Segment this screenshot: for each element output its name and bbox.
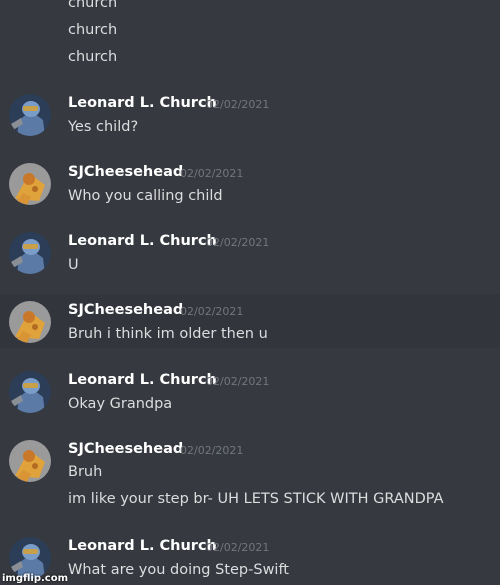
message-text[interactable]: What are you doing Step-Swift — [68, 560, 289, 580]
message-group[interactable]: Leonard L. Church 02/02/2021 Okay Grandp… — [0, 365, 500, 425]
message-timestamp: 02/02/2021 — [180, 305, 244, 318]
message-group[interactable]: Leonard L. Church 02/02/2021 U — [0, 226, 500, 286]
cheese-avatar-icon[interactable] — [9, 301, 51, 343]
message-timestamp: 02/02/2021 — [206, 375, 270, 388]
message-group[interactable]: Leonard L. Church 02/02/2021 What are yo… — [0, 531, 500, 585]
message-timestamp: 02/02/2021 — [206, 541, 270, 554]
soldier-avatar-icon[interactable] — [9, 94, 51, 136]
message-text[interactable]: Bruh i think im older then u — [68, 324, 268, 344]
message-group[interactable]: SJCheesehead 02/02/2021 Bruh i think im … — [0, 294, 500, 348]
message-timestamp: 02/02/2021 — [180, 444, 244, 457]
message-text[interactable]: church — [68, 0, 117, 13]
watermark: imgflip.com — [2, 573, 69, 584]
message-author[interactable]: SJCheesehead — [68, 440, 183, 458]
soldier-avatar-icon[interactable] — [9, 232, 51, 274]
message-timestamp: 02/02/2021 — [180, 167, 244, 180]
message-text[interactable]: church — [68, 20, 117, 40]
message-timestamp: 02/02/2021 — [206, 98, 270, 111]
message-author[interactable]: SJCheesehead — [68, 301, 183, 319]
message-author[interactable]: Leonard L. Church — [68, 232, 217, 250]
message-text[interactable]: im like your step br- UH LETS STICK WITH… — [68, 489, 444, 509]
message-text[interactable]: U — [68, 255, 79, 275]
soldier-avatar-icon[interactable] — [9, 371, 51, 413]
message-text[interactable]: Okay Grandpa — [68, 394, 172, 414]
message-group[interactable]: SJCheesehead 02/02/2021 Who you calling … — [0, 157, 500, 217]
message-author[interactable]: SJCheesehead — [68, 163, 183, 181]
message-text[interactable]: church — [68, 47, 117, 67]
chat-message-list: church church church Leonard L. Church 0… — [0, 0, 500, 585]
cheese-avatar-icon[interactable] — [9, 440, 51, 482]
message-text[interactable]: Yes child? — [68, 117, 138, 137]
message-author[interactable]: Leonard L. Church — [68, 537, 217, 555]
message-group[interactable]: Leonard L. Church 02/02/2021 Yes child? — [0, 88, 500, 148]
message-timestamp: 02/02/2021 — [206, 236, 270, 249]
message-author[interactable]: Leonard L. Church — [68, 371, 217, 389]
message-group[interactable]: SJCheesehead 02/02/2021 Bruh im like you… — [0, 434, 500, 518]
message-text[interactable]: Who you calling child — [68, 186, 223, 206]
message-author[interactable]: Leonard L. Church — [68, 94, 217, 112]
cheese-avatar-icon[interactable] — [9, 163, 51, 205]
message-text[interactable]: Bruh — [68, 462, 102, 482]
